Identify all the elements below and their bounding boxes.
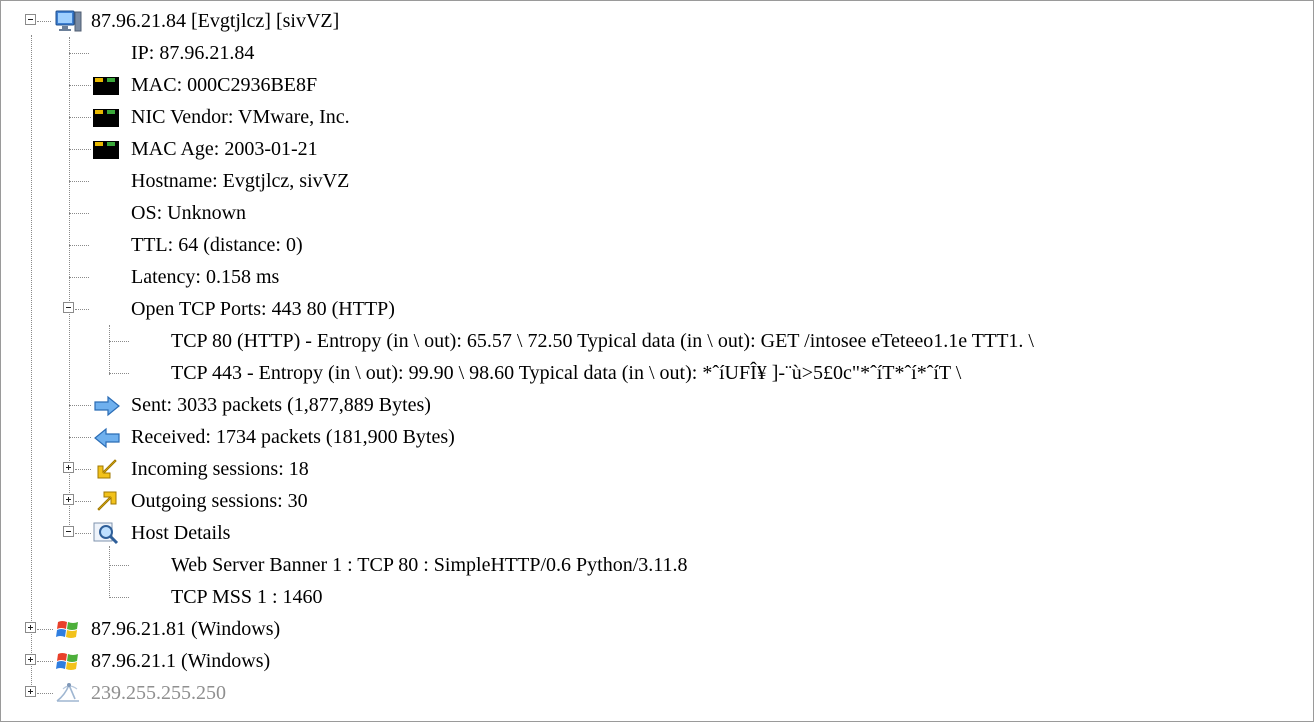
network-card-icon	[93, 141, 119, 159]
collapse-toggle[interactable]	[63, 302, 74, 313]
tree-node-nic-vendor[interactable]: NIC Vendor: VMware, Inc.	[1, 101, 1301, 133]
nic-vendor-label: NIC Vendor: VMware, Inc.	[131, 106, 350, 128]
multicast-icon	[56, 683, 79, 702]
tree-connector	[37, 21, 51, 22]
outgoing-arrow-icon	[97, 491, 117, 511]
host-label: 239.255.255.250	[91, 682, 226, 704]
tree-node-outgoing-sessions[interactable]: Outgoing sessions: 30	[1, 485, 1301, 517]
tree-connector	[69, 437, 91, 438]
incoming-arrow-icon	[97, 459, 117, 479]
tree-node-incoming-sessions[interactable]: Incoming sessions: 18	[1, 453, 1301, 485]
tree-connector	[69, 117, 91, 118]
windows-icon	[56, 621, 78, 638]
tree-connector	[69, 149, 91, 150]
tree-connector	[75, 469, 91, 470]
port-443-label: TCP 443 - Entropy (in \ out): 99.90 \ 98…	[171, 362, 962, 384]
os-label: OS: Unknown	[131, 202, 247, 224]
received-label: Received: 1734 packets (181,900 Bytes)	[131, 426, 455, 448]
network-card-icon	[93, 109, 119, 127]
tree-node-ip[interactable]: IP: 87.96.21.84	[1, 37, 1301, 69]
tree-node-received[interactable]: Received: 1734 packets (181,900 Bytes)	[1, 421, 1301, 453]
arrow-left-icon	[94, 427, 120, 449]
tree-connector	[37, 661, 53, 662]
tree-connector	[109, 373, 129, 374]
tree-connector	[75, 309, 89, 310]
expand-toggle[interactable]	[63, 462, 74, 473]
tree-node-host-239-255-255-250[interactable]: 239.255.255.250	[1, 677, 1301, 709]
tree-node-latency[interactable]: Latency: 0.158 ms	[1, 261, 1301, 293]
expand-toggle[interactable]	[63, 494, 74, 505]
tree-connector	[69, 85, 91, 86]
tree-node-host-87-96-21-84[interactable]: 87.96.21.84 [Evgtjlcz] [sivVZ]	[1, 5, 1301, 37]
web-server-banner-label: Web Server Banner 1 : TCP 80 : SimpleHTT…	[171, 554, 688, 576]
network-card-icon	[93, 77, 119, 95]
arrow-right-icon	[94, 395, 120, 417]
expand-toggle[interactable]	[25, 622, 36, 633]
tree-node-host-87-96-21-81[interactable]: 87.96.21.81 (Windows)	[1, 613, 1301, 645]
tree-node-web-server-banner[interactable]: Web Server Banner 1 : TCP 80 : SimpleHTT…	[1, 549, 1301, 581]
outgoing-sessions-label: Outgoing sessions: 30	[131, 490, 308, 512]
tcp-mss-label: TCP MSS 1 : 1460	[171, 586, 323, 608]
open-tcp-ports-label: Open TCP Ports: 443 80 (HTTP)	[131, 298, 395, 320]
tree-connector	[69, 405, 91, 406]
mac-age-label: MAC Age: 2003-01-21	[131, 138, 318, 160]
host-tree-panel: 87.96.21.84 [Evgtjlcz] [sivVZ] IP: 87.96…	[0, 0, 1314, 722]
tree-node-mac-age[interactable]: MAC Age: 2003-01-21	[1, 133, 1301, 165]
tree-node-tcp-mss[interactable]: TCP MSS 1 : 1460	[1, 581, 1301, 613]
tree-connector	[69, 277, 89, 278]
mac-label: MAC: 000C2936BE8F	[131, 74, 318, 96]
tree-node-ttl[interactable]: TTL: 64 (distance: 0)	[1, 229, 1301, 261]
tree-connector	[37, 629, 53, 630]
host-label: 87.96.21.1 (Windows)	[91, 650, 271, 672]
tree-connector	[69, 53, 89, 54]
collapse-toggle[interactable]	[25, 14, 36, 25]
host-label: 87.96.21.81 (Windows)	[91, 618, 281, 640]
tree-connector	[75, 501, 91, 502]
host-label: 87.96.21.84 [Evgtjlcz] [sivVZ]	[91, 10, 340, 32]
host-details-label: Host Details	[131, 522, 231, 544]
tree-node-host-details[interactable]: Host Details	[1, 517, 1301, 549]
tree-connector	[69, 181, 89, 182]
expand-toggle[interactable]	[25, 686, 36, 697]
tree-node-port-443[interactable]: TCP 443 - Entropy (in \ out): 99.90 \ 98…	[1, 357, 1301, 389]
tree-connector	[109, 565, 129, 566]
tree-node-host-87-96-21-1[interactable]: 87.96.21.1 (Windows)	[1, 645, 1301, 677]
tree-node-open-tcp-ports[interactable]: Open TCP Ports: 443 80 (HTTP)	[1, 293, 1301, 325]
tree-connector	[37, 693, 53, 694]
latency-label: Latency: 0.158 ms	[131, 266, 280, 288]
tree-node-os[interactable]: OS: Unknown	[1, 197, 1301, 229]
collapse-toggle[interactable]	[63, 526, 74, 537]
ttl-label: TTL: 64 (distance: 0)	[131, 234, 303, 256]
tree-connector	[69, 213, 89, 214]
sent-label: Sent: 3033 packets (1,877,889 Bytes)	[131, 394, 431, 416]
expand-toggle[interactable]	[25, 654, 36, 665]
hostname-label: Hostname: Evgtjlcz, sivVZ	[131, 170, 350, 192]
tree-connector	[109, 341, 129, 342]
computer-icon	[55, 10, 82, 32]
windows-icon	[56, 653, 78, 670]
tree-node-mac[interactable]: MAC: 000C2936BE8F	[1, 69, 1301, 101]
tree-node-port-80[interactable]: TCP 80 (HTTP) - Entropy (in \ out): 65.5…	[1, 325, 1301, 357]
tree-connector	[109, 597, 129, 598]
tree-connector	[75, 533, 91, 534]
ip-label: IP: 87.96.21.84	[131, 42, 255, 64]
incoming-sessions-label: Incoming sessions: 18	[131, 458, 309, 480]
magnifier-icon	[93, 522, 119, 545]
port-80-label: TCP 80 (HTTP) - Entropy (in \ out): 65.5…	[171, 330, 1034, 352]
tree-node-hostname[interactable]: Hostname: Evgtjlcz, sivVZ	[1, 165, 1301, 197]
tree-node-sent[interactable]: Sent: 3033 packets (1,877,889 Bytes)	[1, 389, 1301, 421]
tree-connector	[69, 245, 89, 246]
